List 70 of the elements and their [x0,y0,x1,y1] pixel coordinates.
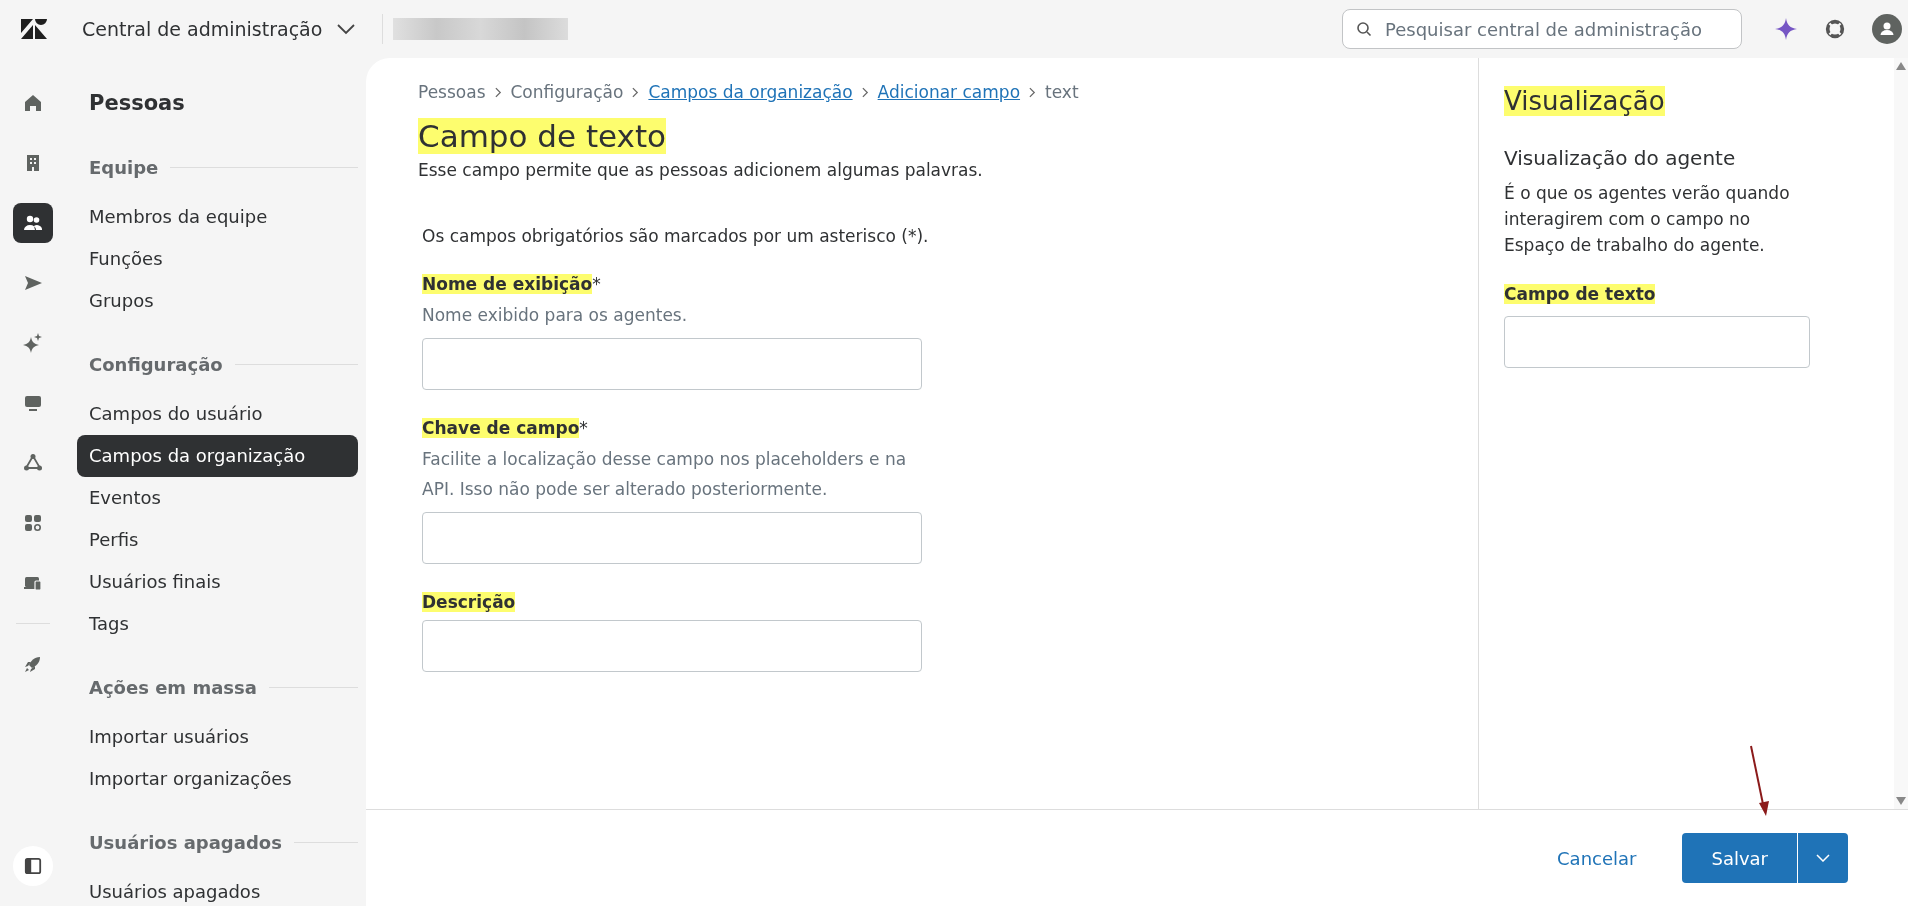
product-switcher[interactable]: Central de administração [82,18,375,40]
field-hint: Facilite a localização desse campo nos placeholders e na API. Isso não pode ser alterado posteriormente. [422,448,908,501]
sidebar-item[interactable]: Eventos [77,477,358,519]
section-heading: Usuários apagados [89,831,282,853]
breadcrumb-item: text [1045,82,1079,102]
scrollbar[interactable] [1894,58,1908,809]
sidebar-item[interactable]: Campos do usuário [77,393,358,435]
monitor-icon[interactable] [23,393,43,413]
scroll-up-arrow-icon[interactable] [1896,62,1906,70]
preview-input-field[interactable] [1504,316,1810,368]
search-icon [1356,21,1372,37]
page-description: Esse campo permite que as pessoas adicionem algumas palavras. [418,160,984,180]
field-label: Campo de texto [1504,284,1656,304]
sidebar-item[interactable]: Tags [77,603,358,645]
sidebar-item[interactable]: Importar organizações [77,758,358,800]
sidebar-item[interactable]: Importar usuários [77,716,358,758]
help-icon[interactable] [1824,18,1846,40]
breadcrumb-link[interactable]: Adicionar campo [877,82,1021,102]
field-label: Descrição [422,592,516,612]
chevron-icon [494,86,502,98]
breadcrumb-link[interactable]: Campos da organização [648,82,853,102]
sidebar-item[interactable]: Membros da equipe [77,196,358,238]
network-icon[interactable] [23,453,43,473]
sidebar-item[interactable]: Usuários finais [77,561,358,603]
annotation-arrow [1747,745,1771,817]
section-heading: Configuração [89,353,223,375]
required-note: Os campos obrigatórios são marcados por um asterisco (*). [422,226,930,246]
apps-icon[interactable] [23,513,43,533]
preview-description: É o que os agentes verão quando interagirem com o campo no Espaço de trabalho do agente. [1504,181,1791,257]
sidebar-title: Pessoas [88,90,186,117]
sidebar-item[interactable]: Funções [77,238,358,280]
sidebar-item[interactable]: Usuários apagados [77,871,358,906]
input-field[interactable] [422,338,922,390]
rail-item-selected[interactable] [13,203,53,243]
sidebar-item[interactable]: Perfis [77,519,358,561]
sparkle-icon[interactable] [23,333,43,353]
sidebar-toggle-button[interactable] [13,846,53,886]
chevron-icon [861,86,869,98]
input-field[interactable] [422,620,922,672]
sidebar-item[interactable]: Campos da organização [77,435,358,477]
avatar-icon[interactable] [1872,14,1902,44]
input-field[interactable] [422,512,922,564]
sparkle-icon[interactable] [1774,17,1798,41]
field-hint: Nome exibido para os agentes. [422,304,689,327]
sidebar-item[interactable]: Grupos [77,280,358,322]
sidebar-panel-icon [24,857,42,875]
cancel-button[interactable]: Cancelar [1557,839,1637,877]
required-mark: * [592,274,601,294]
send-icon[interactable] [23,273,43,293]
breadcrumb-item: Pessoas [418,82,486,102]
chevron-icon [632,86,640,98]
section-heading: Equipe [89,156,159,178]
required-mark: * [579,418,588,438]
page-title: Campo de texto [418,118,667,154]
save-button[interactable]: Salvar [1682,833,1797,883]
preview-title: Visualização [1504,86,1665,116]
logo-icon[interactable] [21,19,47,39]
rocket-icon[interactable] [23,654,43,674]
scroll-down-arrow-icon[interactable] [1896,797,1906,805]
field-label: Nome de exibição [422,274,593,294]
chevron-down-icon [1816,854,1830,862]
preview-subtitle: Visualização do agente [1504,146,1737,170]
people-icon[interactable] [23,213,43,233]
search-field[interactable]: Pesquisar central de administração [1342,9,1742,49]
breadcrumb-item: Configuração [510,82,624,102]
chevron-icon [1029,86,1037,98]
field-label: Chave de campo [422,418,580,438]
section-heading: Ações em massa [89,676,257,698]
home-icon[interactable] [23,93,43,113]
chevron-down-icon[interactable] [336,23,357,35]
